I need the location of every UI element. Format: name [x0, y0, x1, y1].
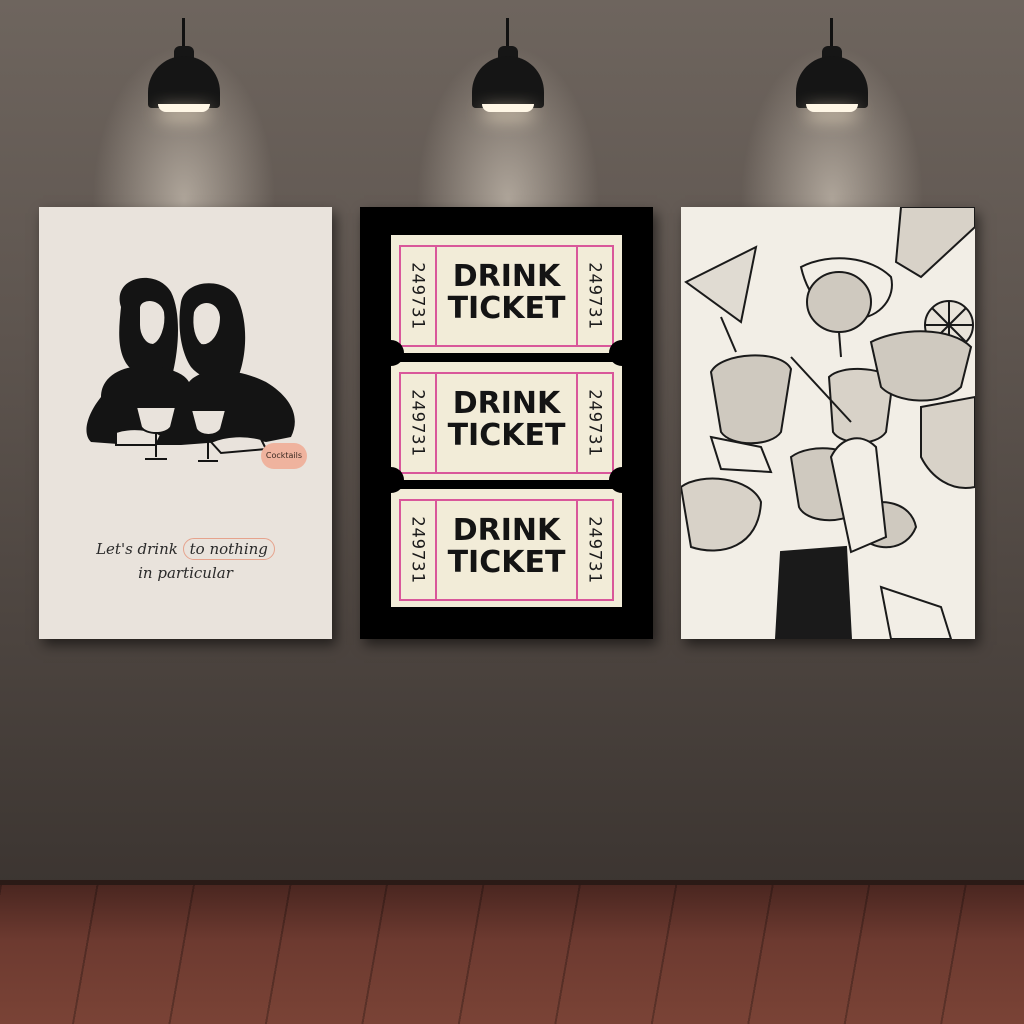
poster-quote: Let's drink to nothing in particular	[39, 537, 332, 585]
cocktail-glasses-toast-sketch-icon	[681, 207, 975, 639]
ticket-notch	[378, 467, 404, 493]
ceiling-lamp-icon	[468, 0, 548, 115]
ticket-notch	[609, 340, 635, 366]
ticket-number-left: 249731	[399, 245, 437, 347]
poster-cocktails: Cocktails Let's drink to nothing in part…	[39, 207, 332, 639]
ticket-number-left: 249731	[399, 499, 437, 601]
quote-line2: in particular	[138, 564, 233, 582]
ticket-notch	[609, 467, 635, 493]
ticket-line2: TICKET	[447, 291, 566, 326]
ticket-line2: TICKET	[447, 418, 566, 453]
quote-circled: to nothing	[182, 538, 275, 560]
drink-ticket: 249731 DRINK TICKET 249731	[391, 489, 622, 607]
ticket-line2: TICKET	[447, 545, 566, 580]
ceiling-lamp-icon	[144, 0, 224, 115]
ticket-notch	[378, 340, 404, 366]
ticket-number-left: 249731	[399, 372, 437, 474]
ticket-number-right: 249731	[576, 372, 614, 474]
ticket-number-right: 249731	[576, 499, 614, 601]
ticket-line1: DRINK	[452, 259, 561, 294]
wood-floor	[0, 885, 1024, 1024]
ticket-line1: DRINK	[452, 513, 561, 548]
ceiling-lamp-icon	[792, 0, 872, 115]
cocktails-badge: Cocktails	[261, 443, 307, 469]
drink-ticket: 249731 DRINK TICKET 249731	[391, 362, 622, 480]
ticket-number-right: 249731	[576, 245, 614, 347]
drink-ticket: 249731 DRINK TICKET 249731	[391, 235, 622, 353]
ticket-line1: DRINK	[452, 386, 561, 421]
poster-drink-tickets: 249731 DRINK TICKET 249731 249731 DRINK TI…	[360, 207, 653, 639]
poster-cocktail-sketch	[681, 207, 975, 639]
quote-prefix: Let's drink	[96, 540, 183, 558]
